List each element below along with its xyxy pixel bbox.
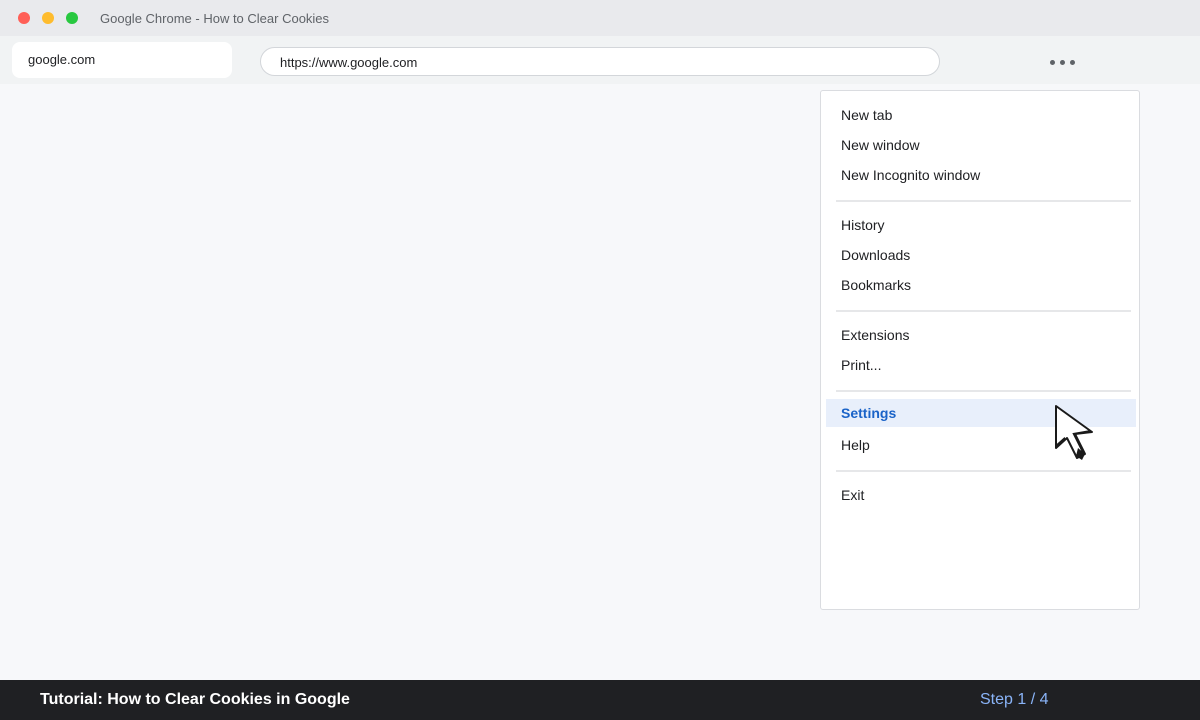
window-title: Google Chrome - How to Clear Cookies bbox=[100, 11, 330, 26]
tab-label: google.com bbox=[28, 52, 96, 67]
minimize-window-button[interactable] bbox=[42, 12, 54, 24]
more-horizontal-icon bbox=[1059, 59, 1065, 65]
menu-divider bbox=[836, 310, 1131, 312]
menu-item-new-incognito-window[interactable]: New Incognito window bbox=[826, 161, 1136, 189]
menu-item-history[interactable]: History bbox=[826, 211, 1136, 239]
menu-item-label: Help bbox=[841, 437, 870, 453]
menu-item-label: New Incognito window bbox=[841, 167, 981, 183]
browser-toolbar: google.com https://www.google.com bbox=[0, 36, 1200, 84]
menu-item-print[interactable]: Print... bbox=[826, 351, 1136, 379]
address-bar-url: https://www.google.com bbox=[280, 55, 418, 70]
step-indicator: Step 1 / 4 bbox=[980, 691, 1049, 708]
close-window-button[interactable] bbox=[18, 12, 30, 24]
menu-item-label: New window bbox=[841, 137, 920, 153]
menu-item-label: Print... bbox=[841, 357, 882, 373]
menu-item-label: History bbox=[841, 217, 885, 233]
menu-item-downloads[interactable]: Downloads bbox=[826, 241, 1136, 269]
menu-divider bbox=[836, 200, 1131, 202]
menu-divider bbox=[836, 470, 1131, 472]
more-horizontal-icon bbox=[1069, 59, 1075, 65]
menu-item-label: Downloads bbox=[841, 247, 911, 263]
mouse-pointer-icon bbox=[1054, 404, 1093, 460]
more-horizontal-icon bbox=[1049, 59, 1055, 65]
menu-item-exit[interactable]: Exit bbox=[826, 481, 1136, 509]
menu-item-label: Settings bbox=[841, 405, 897, 421]
tutorial-title: Tutorial: How to Clear Cookies in Google bbox=[40, 691, 350, 708]
menu-item-new-tab[interactable]: New tab bbox=[826, 101, 1136, 129]
tutorial-footer: Tutorial: How to Clear Cookies in Google… bbox=[0, 680, 1200, 720]
menu-item-bookmarks[interactable]: Bookmarks bbox=[826, 271, 1136, 299]
title-bar: Google Chrome - How to Clear Cookies bbox=[0, 0, 1200, 36]
address-bar[interactable]: https://www.google.com bbox=[260, 47, 940, 76]
menu-divider bbox=[836, 390, 1131, 392]
menu-item-label: New tab bbox=[841, 107, 893, 123]
menu-item-label: Extensions bbox=[841, 327, 910, 343]
menu-item-label: Exit bbox=[841, 487, 865, 503]
menu-item-extensions[interactable]: Extensions bbox=[826, 321, 1136, 349]
maximize-window-button[interactable] bbox=[66, 12, 78, 24]
more-menu-button[interactable] bbox=[1040, 50, 1084, 74]
menu-item-label: Bookmarks bbox=[841, 277, 912, 293]
browser-tab[interactable]: google.com bbox=[12, 42, 232, 78]
menu-item-new-window[interactable]: New window bbox=[826, 131, 1136, 159]
chrome-main-menu: New tab New window New Incognito window … bbox=[820, 90, 1140, 610]
